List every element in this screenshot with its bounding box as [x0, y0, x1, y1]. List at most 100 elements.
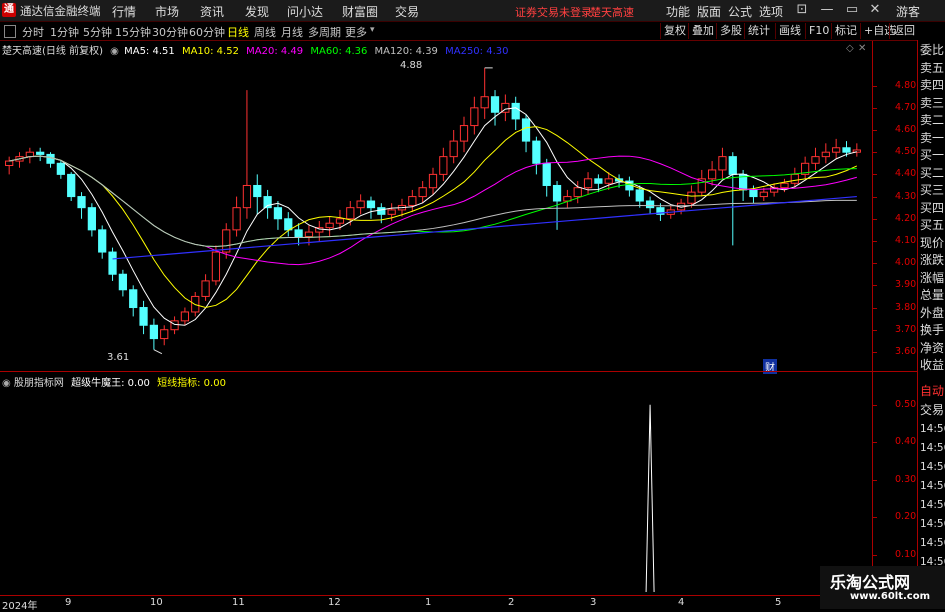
candle-body — [707, 169, 717, 180]
price-tick — [873, 329, 877, 331]
trade-time-item[interactable]: 14:56 — [920, 497, 945, 513]
sub-legend-toggle-icon[interactable]: ◉ — [2, 378, 11, 389]
price-axis: 4.80 4.70 4.60 4.50 4.40 4.30 4.20 4.10 4.00 3.90… — [872, 41, 918, 371]
candle-body — [346, 207, 355, 220]
period-monthly[interactable]: 月线 — [281, 24, 303, 40]
price-tick — [873, 240, 877, 242]
price-tick — [873, 107, 877, 109]
minimize-icon[interactable]: — — [818, 2, 836, 17]
settings-diamond-icon[interactable]: ◇ — [846, 43, 854, 54]
period-1min[interactable]: 1分钟 — [50, 24, 79, 40]
menu-faxian[interactable]: 发现 — [245, 3, 269, 20]
period-5min[interactable]: 5分钟 — [83, 24, 112, 40]
quote-field-label[interactable]: 涨幅 — [920, 270, 944, 286]
trade-tab-label[interactable]: 自动 — [920, 383, 944, 399]
quote-field-label[interactable]: 买三 — [920, 182, 944, 198]
quote-field-label[interactable]: 换手 — [920, 322, 944, 338]
quote-field-label[interactable]: 买四 — [920, 200, 944, 216]
indicator-chart[interactable] — [0, 372, 872, 595]
menu-zixun[interactable]: 资讯 — [200, 3, 224, 20]
period-weekly[interactable]: 周线 — [254, 24, 276, 40]
trade-time-item[interactable]: 14:56 — [920, 535, 945, 551]
tool-biaoji[interactable]: 标记 — [831, 23, 860, 39]
quote-field-label[interactable]: 外盘 — [920, 305, 944, 321]
legend-ma250: MA250: 4.30 — [445, 46, 509, 57]
quote-field-label[interactable]: 收益 — [920, 357, 944, 373]
menu-wenxiaoda[interactable]: 问小达 — [287, 3, 323, 20]
quote-field-label[interactable]: 卖三 — [920, 95, 944, 111]
legend-toggle-icon[interactable]: ◉ — [110, 46, 119, 57]
candle-body — [335, 218, 345, 224]
tool-back[interactable]: 返回 — [889, 23, 918, 39]
grid-icon[interactable] — [4, 25, 16, 38]
tool-huaxian[interactable]: 画线 — [775, 23, 804, 39]
tool-tongji[interactable]: 统计 — [744, 23, 773, 39]
menu-gongshi[interactable]: 公式 — [728, 3, 752, 20]
indicator-tick-label: 0.50 — [895, 398, 917, 410]
quote-field-label[interactable]: 净资 — [920, 340, 944, 356]
tool-diejia[interactable]: 叠加 — [688, 23, 717, 39]
menu-jiaoyi[interactable]: 交易 — [395, 3, 419, 20]
period-30min[interactable]: 30分钟 — [152, 24, 188, 40]
more-chevron-icon[interactable]: ▾ — [370, 25, 375, 35]
period-15min[interactable]: 15分钟 — [115, 24, 151, 40]
price-tick — [873, 218, 877, 220]
trade-time-item[interactable]: 14:56 — [920, 440, 945, 456]
menu-gongneng[interactable]: 功能 — [666, 3, 690, 20]
candle-body — [511, 102, 520, 120]
menu-hangqing[interactable]: 行情 — [112, 3, 136, 20]
collapse-icon[interactable]: ✕ — [858, 43, 866, 54]
candle-body — [821, 151, 830, 158]
period-daily[interactable]: 日线 — [227, 24, 249, 40]
quote-field-label[interactable]: 卖四 — [920, 77, 944, 93]
close-icon[interactable]: ✕ — [866, 2, 884, 17]
period-fenshi[interactable]: 分时 — [22, 24, 44, 40]
menu-banmian[interactable]: 版面 — [697, 3, 721, 20]
tool-duogu[interactable]: 多股 — [716, 23, 745, 39]
candle-body — [645, 200, 655, 209]
quote-field-label[interactable]: 卖五 — [920, 60, 944, 76]
menu-xuanxiang[interactable]: 选项 — [759, 3, 783, 20]
quote-field-label[interactable]: 涨跌 — [920, 252, 944, 268]
restore-icon[interactable]: ⊡ — [793, 2, 811, 17]
tool-fuquan[interactable]: 复权 — [660, 23, 689, 39]
indicator-tick-label: 0.40 — [895, 436, 917, 448]
legend-ma120: MA120: 4.39 — [374, 46, 438, 57]
main-kline-panel[interactable]: 楚天高速(日线 前复权) ◉ MA5: 4.51 MA10: 4.52 MA20… — [0, 41, 872, 374]
period-multi[interactable]: 多周期 — [308, 24, 341, 40]
indicator-axis: 0.50 0.40 0.30 0.20 0.10 — [872, 372, 918, 595]
trade-tab-label[interactable]: 交易 — [920, 402, 944, 418]
candle-body — [459, 125, 469, 142]
menu-caifuquan[interactable]: 财富圈 — [342, 3, 378, 20]
quote-field-label[interactable]: 卖二 — [920, 112, 944, 128]
tool-f10[interactable]: F10 — [805, 23, 832, 39]
quote-field-label[interactable]: 买一 — [920, 147, 944, 163]
trade-time-item[interactable]: 14:56 — [920, 421, 945, 437]
candle-body — [356, 200, 365, 209]
trade-time-item[interactable]: 14:56 — [920, 459, 945, 475]
trade-time-item[interactable]: 14:56 — [920, 516, 945, 532]
guest-label[interactable]: 游客 — [896, 3, 920, 20]
price-tick-label: 4.40 — [895, 168, 917, 180]
kline-chart[interactable] — [0, 41, 872, 371]
maximize-icon[interactable]: ▭ — [843, 2, 861, 17]
quote-field-label[interactable]: 现价 — [920, 235, 944, 251]
quote-field-label[interactable]: 总量 — [920, 287, 944, 303]
low-price-label: 3.61 — [107, 352, 130, 363]
quote-field-label[interactable]: 委比 — [920, 42, 944, 58]
quote-field-label[interactable]: 买五 — [920, 217, 944, 233]
trade-time-item[interactable]: 14:56 — [920, 478, 945, 494]
price-tick — [873, 196, 877, 198]
quote-field-label[interactable]: 卖一 — [920, 130, 944, 146]
sub-legend: ◉ 股朋指标网 超级牛魔王: 0.00 短线指标: 0.00 — [2, 374, 226, 389]
candle-body — [242, 184, 252, 209]
candle-body — [118, 273, 127, 291]
quote-field-label[interactable]: 买二 — [920, 165, 944, 181]
indicator-panel[interactable]: ◉ 股朋指标网 超级牛魔王: 0.00 短线指标: 0.00 — [0, 372, 872, 595]
date-label: 5 — [775, 597, 782, 608]
menu-shichang[interactable]: 市场 — [155, 3, 179, 20]
date-label: 1 — [425, 597, 432, 608]
login-warning[interactable]: 证券交易未登录 — [515, 4, 592, 20]
period-60min[interactable]: 60分钟 — [189, 24, 225, 40]
period-more[interactable]: 更多 — [345, 24, 367, 40]
